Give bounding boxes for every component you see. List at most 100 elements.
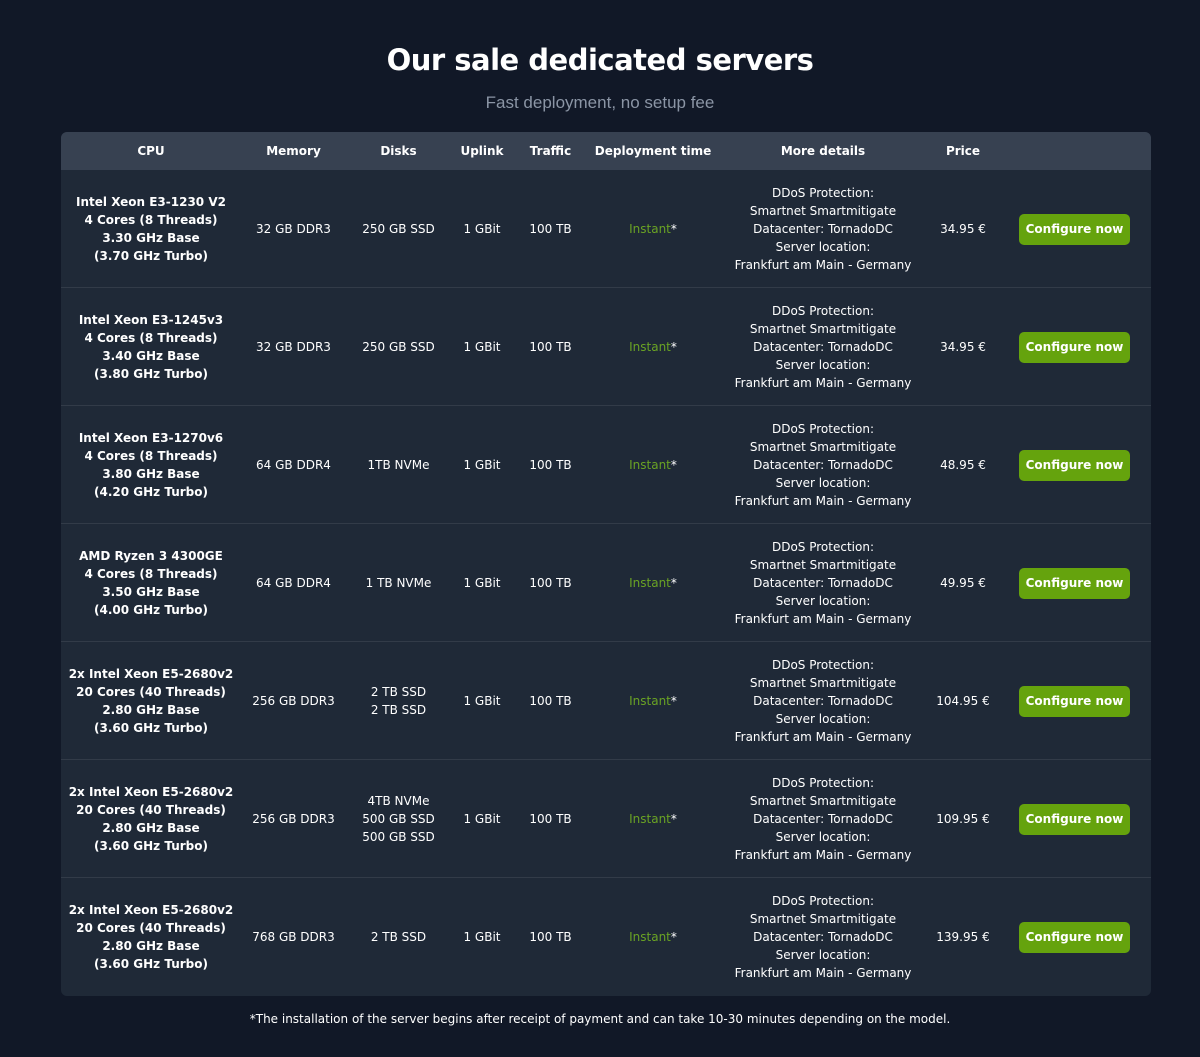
action-cell: Configure now [998, 760, 1151, 878]
table-header: CPU Memory Disks Uplink Traffic Deployme… [61, 132, 1151, 170]
details-ddos-label: DDoS Protection: [771, 776, 874, 790]
price-cell: 49.95 € [940, 576, 986, 590]
configure-now-button[interactable]: Configure now [1019, 449, 1130, 481]
details-location-label: Server location: [775, 594, 871, 608]
deployment-value: Instant* [629, 338, 677, 356]
price-cell: 104.95 € [936, 694, 990, 708]
deployment-footnote-marker: * [670, 576, 677, 590]
details-ddos-label: DDoS Protection: [771, 658, 874, 672]
cpu-cell: 2x Intel Xeon E5-2680v2 20 Cores (40 Thr… [61, 642, 241, 760]
deployment-status: Instant [629, 694, 671, 708]
details-ddos-label: DDoS Protection: [771, 540, 874, 554]
cpu-cell: Intel Xeon E3-1245v3 4 Cores (8 Threads)… [61, 288, 241, 406]
details-cell: DDoS Protection: Smartnet Smartmitigate … [718, 760, 928, 878]
cpu-model: 2x Intel Xeon E5-2680v2 [68, 667, 234, 681]
table-row: 2x Intel Xeon E5-2680v2 20 Cores (40 Thr… [61, 760, 1151, 878]
details-ddos-label: DDoS Protection: [771, 186, 874, 200]
details-location-label: Server location: [775, 240, 871, 254]
traffic-cell: 100 TB [529, 694, 572, 708]
details-location: Frankfurt am Main - Germany [734, 494, 912, 508]
cpu-base-clock: 2.80 GHz Base [102, 821, 200, 835]
traffic-cell: 100 TB [529, 222, 572, 236]
details-ddos-label: DDoS Protection: [771, 894, 874, 908]
details-datacenter: Datacenter: TornadoDC [753, 812, 893, 826]
deployment-value: Instant* [629, 456, 677, 474]
deployment-cell: Instant* [588, 878, 718, 996]
details-ddos-provider: Smartnet Smartmitigate [749, 676, 897, 690]
cpu-model: Intel Xeon E3-1270v6 [78, 431, 224, 445]
disks-cell: 250 GB SSD [346, 288, 451, 406]
deployment-status: Instant [629, 812, 671, 826]
cpu-cell: AMD Ryzen 3 4300GE 4 Cores (8 Threads) 3… [61, 524, 241, 642]
cpu-model: 2x Intel Xeon E5-2680v2 [68, 903, 234, 917]
action-cell: Configure now [998, 170, 1151, 288]
disk-item: 1TB NVMe [367, 458, 430, 472]
memory-cell: 768 GB DDR3 [252, 930, 335, 944]
deployment-status: Instant [629, 340, 671, 354]
disk-item: 500 GB SSD [362, 830, 435, 844]
details-ddos-provider: Smartnet Smartmitigate [749, 322, 897, 336]
cpu-cell: Intel Xeon E3-1270v6 4 Cores (8 Threads)… [61, 406, 241, 524]
cpu-base-clock: 2.80 GHz Base [102, 703, 200, 717]
deployment-value: Instant* [629, 220, 677, 238]
memory-cell: 32 GB DDR3 [256, 222, 331, 236]
details-location-label: Server location: [775, 948, 871, 962]
disks-cell: 1TB NVMe [346, 406, 451, 524]
uplink-cell: 1 GBit [463, 340, 501, 354]
cpu-cores: 20 Cores (40 Threads) [76, 685, 226, 699]
deployment-value: Instant* [629, 692, 677, 710]
column-header-traffic: Traffic [529, 144, 572, 158]
traffic-cell: 100 TB [529, 930, 572, 944]
action-cell: Configure now [998, 878, 1151, 996]
table-row: 2x Intel Xeon E5-2680v2 20 Cores (40 Thr… [61, 642, 1151, 760]
table-row: Intel Xeon E3-1245v3 4 Cores (8 Threads)… [61, 288, 1151, 406]
uplink-cell: 1 GBit [463, 930, 501, 944]
price-cell: 48.95 € [940, 458, 986, 472]
configure-now-button[interactable]: Configure now [1019, 685, 1130, 717]
configure-now-button[interactable]: Configure now [1019, 331, 1130, 363]
cpu-cores: 4 Cores (8 Threads) [84, 449, 218, 463]
column-header-action [998, 132, 1151, 170]
details-datacenter: Datacenter: TornadoDC [753, 694, 893, 708]
traffic-cell: 100 TB [529, 812, 572, 826]
details-cell: DDoS Protection: Smartnet Smartmitigate … [718, 170, 928, 288]
configure-now-button[interactable]: Configure now [1019, 213, 1130, 245]
details-ddos-provider: Smartnet Smartmitigate [749, 204, 897, 218]
uplink-cell: 1 GBit [463, 458, 501, 472]
action-cell: Configure now [998, 288, 1151, 406]
disk-item: 250 GB SSD [362, 340, 435, 354]
details-location: Frankfurt am Main - Germany [734, 612, 912, 626]
cpu-model: Intel Xeon E3-1230 V2 [76, 195, 226, 209]
configure-now-button[interactable]: Configure now [1019, 803, 1130, 835]
traffic-cell: 100 TB [529, 576, 572, 590]
memory-cell: 64 GB DDR4 [256, 576, 331, 590]
cpu-cores: 4 Cores (8 Threads) [84, 213, 218, 227]
details-location-label: Server location: [775, 358, 871, 372]
configure-now-button[interactable]: Configure now [1019, 567, 1130, 599]
disk-item: 2 TB SSD [370, 685, 427, 699]
uplink-cell: 1 GBit [463, 812, 501, 826]
details-datacenter: Datacenter: TornadoDC [753, 576, 893, 590]
configure-now-button[interactable]: Configure now [1019, 921, 1130, 953]
deployment-cell: Instant* [588, 288, 718, 406]
memory-cell: 64 GB DDR4 [256, 458, 331, 472]
uplink-cell: 1 GBit [463, 576, 501, 590]
details-ddos-provider: Smartnet Smartmitigate [749, 912, 897, 926]
table-row: AMD Ryzen 3 4300GE 4 Cores (8 Threads) 3… [61, 524, 1151, 642]
details-ddos-provider: Smartnet Smartmitigate [749, 440, 897, 454]
deployment-cell: Instant* [588, 760, 718, 878]
price-cell: 139.95 € [936, 930, 990, 944]
cpu-base-clock: 2.80 GHz Base [102, 939, 200, 953]
column-header-uplink: Uplink [460, 144, 504, 158]
price-cell: 34.95 € [940, 222, 986, 236]
disk-item: 2 TB SSD [370, 703, 427, 717]
column-header-memory: Memory [266, 144, 321, 158]
details-datacenter: Datacenter: TornadoDC [753, 340, 893, 354]
deployment-value: Instant* [629, 928, 677, 946]
action-cell: Configure now [998, 406, 1151, 524]
deployment-status: Instant [629, 576, 671, 590]
deployment-footnote-marker: * [670, 812, 677, 826]
column-header-price: Price [945, 144, 981, 158]
deployment-status: Instant [629, 458, 671, 472]
memory-cell: 32 GB DDR3 [256, 340, 331, 354]
